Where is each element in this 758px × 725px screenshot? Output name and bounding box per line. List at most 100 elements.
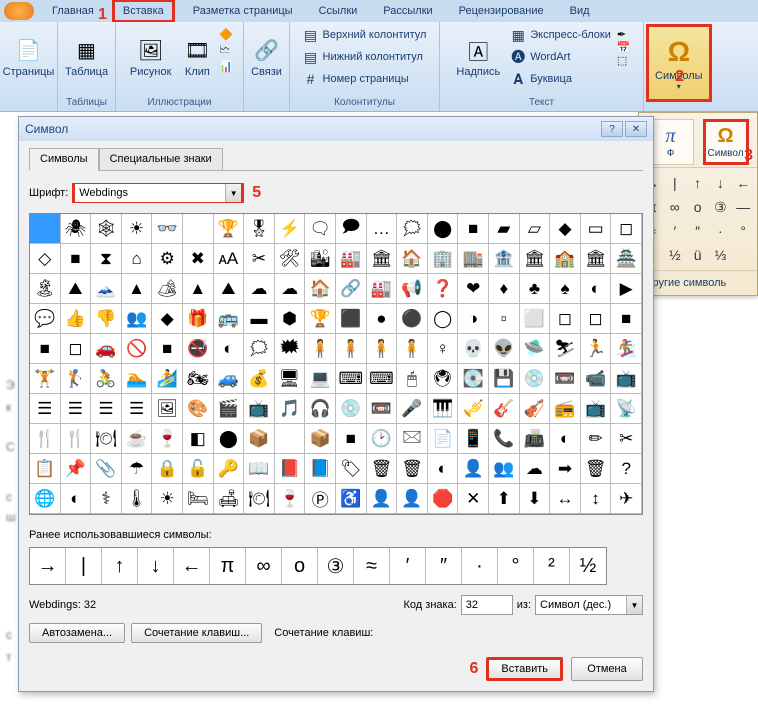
char-cell[interactable]: 🕷	[61, 214, 92, 244]
char-cell[interactable]: ➡	[550, 454, 581, 484]
char-cell[interactable]: 🗨	[305, 214, 336, 244]
char-cell[interactable]: ⬛	[336, 304, 367, 334]
char-cell[interactable]: 🛋	[214, 484, 245, 514]
char-cell[interactable]: 🖱	[397, 364, 428, 394]
char-cell[interactable]: 🖲	[428, 364, 459, 394]
char-cell[interactable]: 📢	[397, 274, 428, 304]
char-cell[interactable]: 💿	[336, 394, 367, 424]
char-cell[interactable]: 🛠	[275, 244, 306, 274]
char-cell[interactable]: ■	[30, 334, 61, 364]
char-cell[interactable]: 🎨	[183, 394, 214, 424]
char-cell[interactable]: 🗑	[367, 454, 398, 484]
char-cell[interactable]: 👎	[91, 304, 122, 334]
char-cell[interactable]: 🎹	[428, 394, 459, 424]
more-symbols-link[interactable]: Другие символь 4	[639, 270, 757, 295]
char-cell[interactable]: ⬜	[520, 304, 551, 334]
shapes-icon[interactable]: 🔶	[219, 28, 233, 41]
char-cell[interactable]	[183, 214, 214, 244]
char-cell[interactable]: 🎁	[183, 304, 214, 334]
char-cell[interactable]: ?	[611, 454, 642, 484]
dropdown-sym[interactable]: ½	[666, 244, 684, 266]
char-cell[interactable]: ☁	[520, 454, 551, 484]
header-button[interactable]: ▤Верхний колонтитул	[299, 24, 431, 46]
char-cell[interactable]: ▶	[611, 274, 642, 304]
sig-icon[interactable]: ✒	[617, 28, 631, 41]
char-cell[interactable]: ⛷	[550, 334, 581, 364]
tab-view[interactable]: Вид	[562, 2, 598, 20]
char-cell[interactable]: 🏍	[183, 364, 214, 394]
char-cell[interactable]: ♠	[550, 274, 581, 304]
char-cell[interactable]: 🏙	[305, 244, 336, 274]
dropdown-sym[interactable]: —	[734, 196, 752, 218]
char-cell[interactable]: 👥	[122, 304, 153, 334]
char-cell[interactable]: 🚭	[183, 334, 214, 364]
char-cell[interactable]: 🏫	[550, 244, 581, 274]
char-cell[interactable]: ◻	[550, 304, 581, 334]
chevron-down-icon[interactable]: ▼	[225, 184, 241, 202]
char-cell[interactable]: 🗻	[91, 274, 122, 304]
dropdown-sym[interactable]: ο	[689, 196, 707, 218]
char-cell[interactable]: 🗯	[244, 334, 275, 364]
char-cell[interactable]: 🗑	[397, 454, 428, 484]
char-cell[interactable]: 🖂	[397, 424, 428, 454]
char-cell[interactable]: 🍽	[244, 484, 275, 514]
smartart-icon[interactable]: 🗠	[219, 41, 233, 60]
char-cell[interactable]: 🎧	[305, 394, 336, 424]
cancel-button[interactable]: Отмена	[571, 657, 643, 681]
char-cell[interactable]: 📋	[30, 454, 61, 484]
char-cell[interactable]: ◻	[581, 304, 612, 334]
pagenum-button[interactable]: #Номер страницы	[299, 68, 413, 90]
char-cell[interactable]: 👍	[61, 304, 92, 334]
char-cell[interactable]: ▬	[244, 304, 275, 334]
dropdown-sym[interactable]	[734, 244, 752, 266]
char-cell[interactable]: 🚴	[91, 364, 122, 394]
dropdown-sym[interactable]: ″	[689, 220, 707, 242]
recent-cell[interactable]: ½	[570, 548, 606, 584]
char-cell[interactable]: ☂	[122, 454, 153, 484]
pages-button[interactable]: 📄 Страницы	[0, 24, 58, 90]
char-cell[interactable]: ◯	[428, 304, 459, 334]
char-cell[interactable]: ❤	[458, 274, 489, 304]
dropdown-sym[interactable]: °	[734, 220, 752, 242]
char-cell[interactable]: ↕	[581, 484, 612, 514]
char-cell[interactable]: ⚙	[152, 244, 183, 274]
chart-icon[interactable]: 📊	[219, 60, 233, 73]
charcode-input[interactable]	[462, 596, 512, 614]
recent-cell[interactable]: ²	[534, 548, 570, 584]
char-cell[interactable]: ☁	[244, 274, 275, 304]
char-cell[interactable]: 🚌	[214, 304, 245, 334]
char-cell[interactable]: ♿	[336, 484, 367, 514]
close-button[interactable]: ✕	[625, 121, 647, 137]
char-cell[interactable]: ⬇	[520, 484, 551, 514]
char-cell[interactable]: 🏂	[611, 334, 642, 364]
char-cell[interactable]: 👤	[397, 484, 428, 514]
char-cell[interactable]: 🏭	[367, 274, 398, 304]
symbols-button[interactable]: Ω Символы ▾	[646, 24, 712, 102]
recent-cell[interactable]: ·	[462, 548, 498, 584]
char-cell[interactable]: ☁	[275, 274, 306, 304]
char-cell[interactable]: 🏆	[214, 214, 245, 244]
dropdown-sym[interactable]: ↑	[689, 172, 707, 194]
char-cell[interactable]: ▭	[581, 214, 612, 244]
dropdown-sym[interactable]: ↓	[711, 172, 729, 194]
char-cell[interactable]: ◻	[61, 334, 92, 364]
char-cell[interactable]: 🗰	[275, 334, 306, 364]
recent-cell[interactable]: ↓	[138, 548, 174, 584]
char-cell[interactable]: ◐	[214, 334, 245, 364]
char-cell[interactable]: 🚫	[122, 334, 153, 364]
char-cell[interactable]: ⬤	[214, 424, 245, 454]
recent-cell[interactable]: ↑	[102, 548, 138, 584]
recent-cell[interactable]: ″	[426, 548, 462, 584]
recent-cell[interactable]: °	[498, 548, 534, 584]
char-cell[interactable]: ☕	[122, 424, 153, 454]
char-cell[interactable]: 💿	[520, 364, 551, 394]
footer-button[interactable]: ▤Нижний колонтитул	[299, 46, 427, 68]
char-cell[interactable]: 🔓	[183, 454, 214, 484]
char-cell[interactable]: 🏝	[30, 274, 61, 304]
recent-cell[interactable]: ∞	[246, 548, 282, 584]
char-cell[interactable]: 🍽	[91, 424, 122, 454]
char-cell[interactable]	[275, 424, 306, 454]
char-cell[interactable]: ⚡	[275, 214, 306, 244]
recent-cell[interactable]: ≈	[354, 548, 390, 584]
char-cell[interactable]	[30, 214, 61, 244]
